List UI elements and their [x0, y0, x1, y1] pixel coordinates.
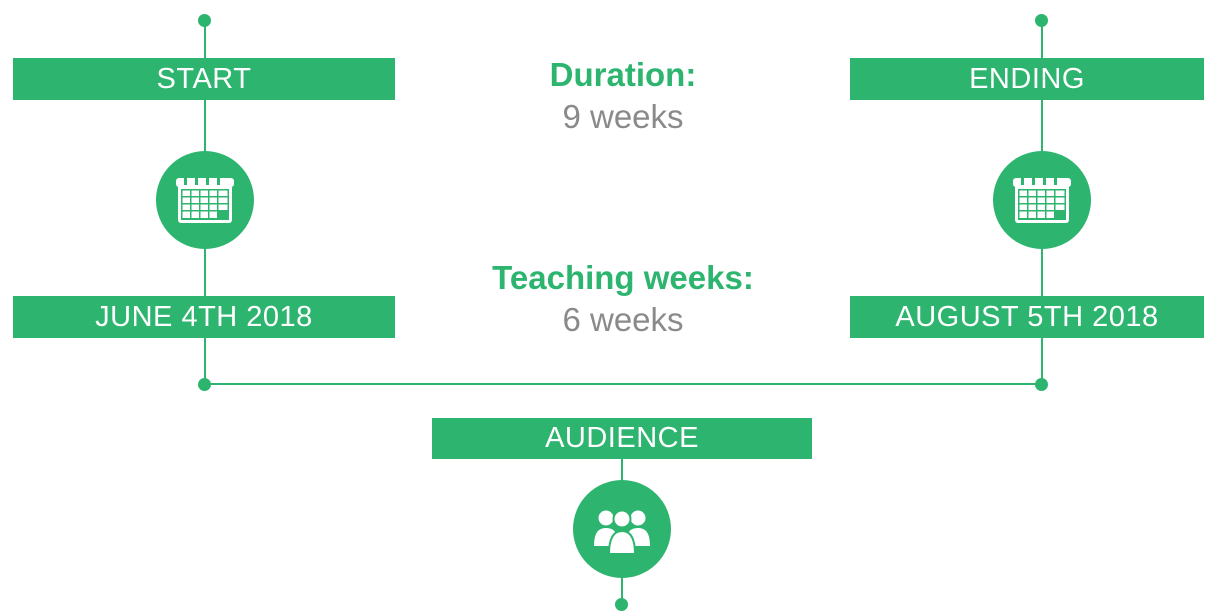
audience-label: AUDIENCE — [545, 422, 699, 454]
teaching-weeks-title: Teaching weeks: — [492, 259, 754, 296]
calendar-icon — [1013, 176, 1071, 223]
ending-calendar-circle — [993, 151, 1091, 249]
people-group-icon — [594, 509, 650, 555]
horizontal-left-dot — [198, 378, 211, 391]
horizontal-right-dot — [1035, 378, 1048, 391]
duration-value: 9 weeks — [562, 98, 684, 135]
start-label-bar: START — [13, 58, 395, 100]
audience-label-bar: AUDIENCE — [432, 418, 812, 459]
audience-circle — [573, 480, 671, 578]
ending-date-bar: AUGUST 5TH 2018 — [850, 296, 1204, 338]
start-date-bar: JUNE 4TH 2018 — [13, 296, 395, 338]
ending-label: ENDING — [969, 62, 1085, 95]
audience-bottom-dot — [615, 598, 628, 611]
ending-label-bar: ENDING — [850, 58, 1204, 100]
start-date: JUNE 4TH 2018 — [95, 300, 313, 333]
teaching-weeks-value: 6 weeks — [562, 301, 684, 338]
duration-title: Duration: — [549, 56, 697, 93]
ending-top-dot — [1035, 14, 1048, 27]
start-calendar-circle — [156, 151, 254, 249]
start-label: START — [156, 62, 252, 95]
horizontal-connector-line — [204, 383, 1043, 385]
calendar-icon — [176, 176, 234, 223]
ending-date: AUGUST 5TH 2018 — [895, 300, 1159, 333]
start-top-dot — [198, 14, 211, 27]
